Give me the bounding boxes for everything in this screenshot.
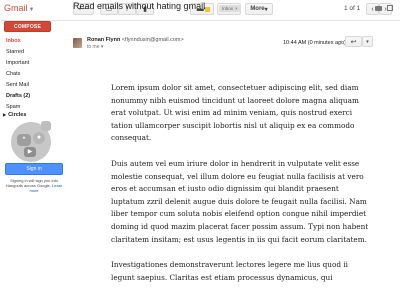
sidebar-item-drafts[interactable]: Drafts (2): [0, 91, 64, 102]
chevron-down-icon: ▾: [366, 38, 369, 45]
chat-bubble-icon: [41, 121, 51, 131]
more-actions-button[interactable]: ▾: [362, 36, 373, 47]
recipient-line[interactable]: to me ▾: [87, 44, 103, 50]
more-button[interactable]: More ▾: [245, 3, 273, 15]
email-body: Lorem ipsum dolor sit amet, consectetuer…: [111, 82, 371, 297]
close-icon[interactable]: ×: [235, 6, 238, 11]
chevron-left-icon: ‹: [371, 5, 374, 13]
sender-name[interactable]: Ronan Flynn: [87, 37, 120, 43]
reply-icon: ↩: [350, 38, 357, 46]
video-bubble-icon: ▶: [24, 147, 36, 157]
important-marker-icon[interactable]: [205, 7, 210, 12]
avatar: [73, 38, 82, 48]
sidebar-item-starred[interactable]: Starred: [0, 47, 64, 58]
page-counter: 1 of 1: [344, 5, 361, 12]
print-icon[interactable]: [375, 6, 382, 11]
person-bubble-icon: ●: [33, 132, 45, 144]
new-window-icon[interactable]: [387, 5, 393, 11]
more-label: More: [250, 6, 265, 12]
recipient-text: to me: [87, 44, 100, 50]
sender-email: <flynndusin@gmail.com>: [121, 37, 184, 43]
reply-button[interactable]: ↩: [345, 36, 362, 47]
chevron-down-icon: ▼: [28, 7, 35, 13]
hangouts-signin-note: Signing in will sign you into Hangouts a…: [5, 178, 63, 193]
email-date: 10:44 AM (0 minutes ago): [283, 40, 346, 46]
label-text: Inbox: [222, 6, 234, 11]
sidebar-item-important[interactable]: Important: [0, 58, 64, 69]
sidebar-nav: Inbox Starred Important Chats Sent Mail …: [0, 36, 64, 113]
email-subject: Read emails without hating gmail: [73, 1, 206, 11]
sidebar-item-chats[interactable]: Chats: [0, 69, 64, 80]
compose-button[interactable]: COMPOSE: [4, 21, 51, 32]
body-paragraph: Duis autem vel eum iriure dolor in hendr…: [111, 158, 369, 244]
inbox-label-chip[interactable]: Inbox ×: [219, 5, 241, 12]
sidebar-item-sent[interactable]: Sent Mail: [0, 80, 64, 91]
signin-note-text: Signing in will sign you into Hangouts a…: [5, 178, 58, 188]
chevron-down-icon: ▾: [264, 6, 268, 13]
body-paragraph: Investigationes demonstraverunt lectores…: [111, 260, 349, 282]
chevron-down-icon: ▾: [100, 44, 104, 50]
quote-bubble-icon: ❝: [17, 134, 31, 146]
sender-line: Ronan Flynn <flynndusin@gmail.com>: [87, 37, 184, 43]
sidebar-item-inbox[interactable]: Inbox: [0, 36, 64, 47]
caret-right-icon: ▶: [3, 112, 7, 117]
gmail-logo[interactable]: Gmail▼: [4, 3, 34, 13]
body-paragraph: Lorem ipsum dolor sit amet, consectetuer…: [111, 83, 359, 143]
sign-in-button[interactable]: Sign in: [5, 163, 63, 175]
